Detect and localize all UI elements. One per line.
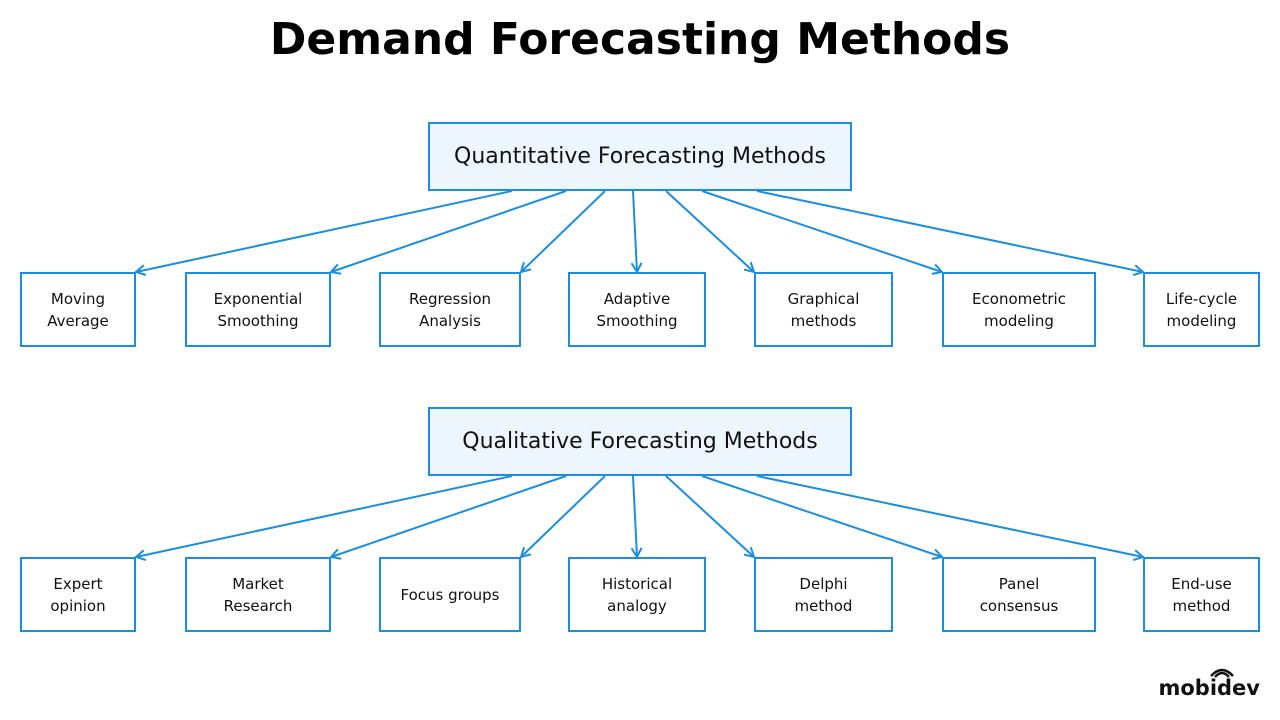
method-node: Graphical methods	[754, 272, 893, 347]
method-node: Regression Analysis	[379, 272, 521, 347]
connector-arrow	[331, 475, 567, 557]
quantitative-root-node: Quantitative Forecasting Methods	[428, 122, 852, 191]
connector-arrow	[331, 190, 567, 272]
method-node: Expert opinion	[20, 557, 136, 632]
method-node: Delphi method	[754, 557, 893, 632]
method-node: Adaptive Smoothing	[568, 272, 706, 347]
method-node: Historical analogy	[568, 557, 706, 632]
connector-arrow	[701, 190, 942, 272]
connector-arrow	[633, 190, 637, 272]
method-node: Econometric modeling	[942, 272, 1096, 347]
method-node: Focus groups	[379, 557, 521, 632]
method-node: Market Research	[185, 557, 331, 632]
logo-text: mobidev	[1158, 676, 1260, 700]
connector-arrow	[136, 475, 513, 557]
qualitative-root-node: Qualitative Forecasting Methods	[428, 407, 852, 476]
method-node: End-use method	[1143, 557, 1260, 632]
method-node: Life-cycle modeling	[1143, 272, 1260, 347]
connector-arrow	[756, 190, 1143, 272]
wifi-icon	[1210, 668, 1235, 678]
connector-arrow	[701, 475, 942, 557]
method-node: Moving Average	[20, 272, 136, 347]
method-node: Panel consensus	[942, 557, 1096, 632]
connector-arrow	[756, 475, 1143, 557]
mobidev-logo: mobidev	[1158, 668, 1260, 700]
connector-arrow	[633, 475, 637, 557]
connector-arrow	[136, 190, 513, 272]
method-node: Exponential Smoothing	[185, 272, 331, 347]
